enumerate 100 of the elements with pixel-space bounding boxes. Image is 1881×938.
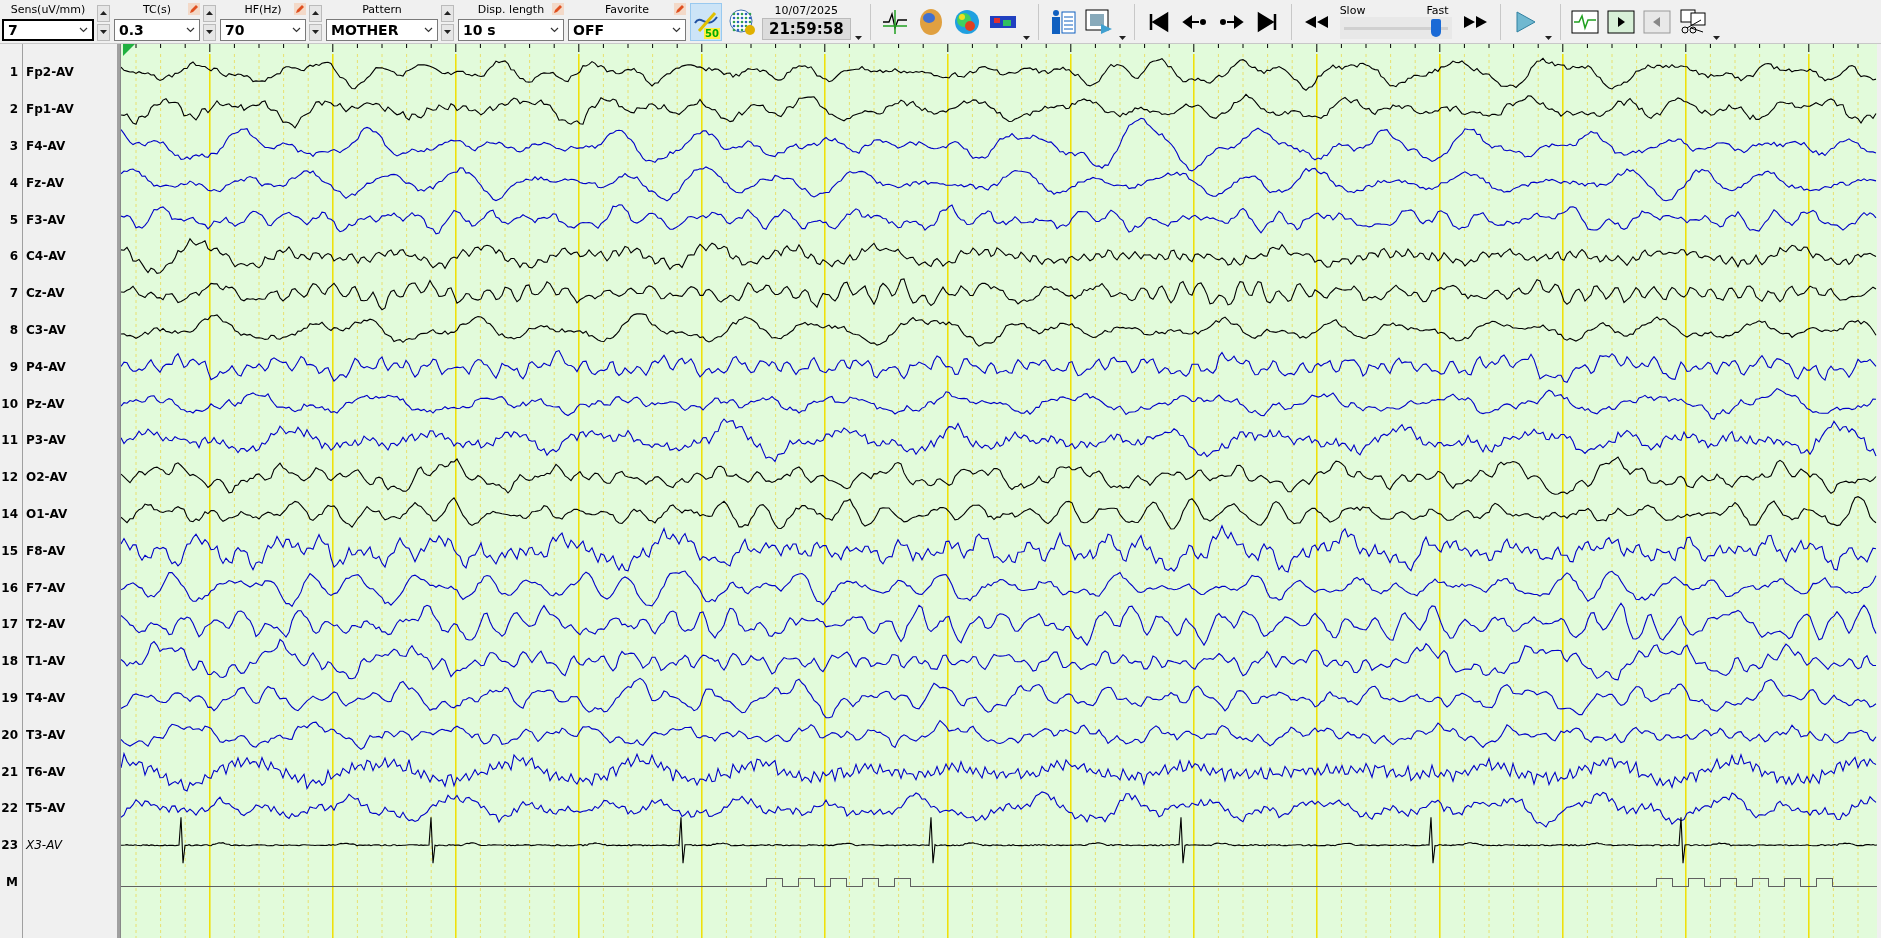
channel-number: 7 xyxy=(8,286,18,301)
caret-icon[interactable] xyxy=(292,26,301,33)
caret-icon[interactable] xyxy=(1022,36,1030,40)
caret-icon[interactable] xyxy=(1118,36,1126,40)
channel-number: 12 xyxy=(0,470,18,485)
control-label: Favorite xyxy=(605,3,649,16)
channel-number: 6 xyxy=(8,249,18,264)
up-triangle-icon xyxy=(444,11,451,15)
dropdown-field[interactable]: 0.3 xyxy=(114,18,200,41)
pencil-icon[interactable] xyxy=(552,2,564,15)
channel-number: 3 xyxy=(8,139,18,153)
channel-number: 5 xyxy=(8,212,18,227)
channel-number: 14 xyxy=(0,506,18,521)
channel-name: Fp1-AV xyxy=(26,102,74,117)
channel-name: T1-AV xyxy=(26,654,66,669)
caret-icon[interactable] xyxy=(854,36,862,40)
channel-number: 20 xyxy=(0,727,18,742)
play-frame-icon[interactable] xyxy=(1606,7,1635,36)
channel-name: T2-AV xyxy=(26,617,66,632)
channel-name: Fz-AV xyxy=(26,175,64,190)
channel-number: 21 xyxy=(0,764,18,779)
up-triangle-icon xyxy=(206,11,213,15)
channel-name: Fp2-AV xyxy=(26,65,74,80)
channel-name: F8-AV xyxy=(26,543,66,558)
channel-name: F3-AV xyxy=(26,212,66,227)
down-triangle-icon xyxy=(312,30,319,34)
back-frame-icon[interactable] xyxy=(1642,7,1671,36)
caret-icon[interactable] xyxy=(1544,36,1552,40)
channel-number: M xyxy=(5,874,18,889)
down-triangle-icon xyxy=(206,30,213,34)
slow-label: Slow xyxy=(1339,4,1366,17)
time-display: 21:59:58 xyxy=(762,17,851,40)
up-triangle-icon xyxy=(100,11,107,15)
spin-up-button[interactable] xyxy=(203,4,216,22)
dropdown-field[interactable]: MOTHER xyxy=(326,18,438,41)
caret-icon[interactable] xyxy=(672,26,681,33)
channel-name: P4-AV xyxy=(26,359,66,374)
channel-number: 10 xyxy=(0,396,18,411)
channel-number: 22 xyxy=(0,801,18,816)
topo-map-icon[interactable] xyxy=(952,7,981,36)
control-label: TC(s) xyxy=(142,3,172,16)
up-triangle-icon xyxy=(312,11,319,15)
channel-number: 16 xyxy=(0,580,18,595)
dropdown-field[interactable]: 10 s xyxy=(458,18,564,41)
channel-name: T6-AV xyxy=(26,764,66,779)
spin-up-button[interactable] xyxy=(97,4,110,22)
caret-icon[interactable] xyxy=(1712,36,1720,40)
control-label: HF(Hz) xyxy=(244,3,282,16)
caret-icon[interactable] xyxy=(79,26,88,33)
waveform-icon[interactable] xyxy=(880,7,909,36)
date-label: 10/07/2025 xyxy=(774,3,838,17)
control-label: Pattern xyxy=(362,3,402,16)
channel-name: O1-AV xyxy=(26,506,68,521)
channel-number: 8 xyxy=(8,322,18,337)
speed-slider[interactable] xyxy=(1339,17,1452,39)
waveform-window-icon[interactable] xyxy=(1570,7,1599,36)
channel-name: T5-AV xyxy=(26,801,66,816)
channel-number: 18 xyxy=(0,654,18,669)
channel-number: 19 xyxy=(0,690,18,705)
fast-label: Fast xyxy=(1426,4,1449,17)
dropdown-field[interactable]: 7 xyxy=(2,18,94,41)
channel-number: 9 xyxy=(8,359,18,374)
pencil-icon[interactable] xyxy=(674,2,686,15)
channel-number: 15 xyxy=(0,543,18,558)
channel-number: 2 xyxy=(8,102,18,117)
spin-down-button[interactable] xyxy=(203,23,216,41)
channel-name: X3-AV xyxy=(26,838,62,853)
spin-down-button[interactable] xyxy=(309,23,322,41)
channel-name: C4-AV xyxy=(26,249,66,264)
channel-name: F7-AV xyxy=(26,580,66,595)
channel-name: Pz-AV xyxy=(26,396,65,411)
channel-number: 11 xyxy=(0,433,18,448)
caret-icon[interactable] xyxy=(186,26,195,33)
video-cut-icon[interactable] xyxy=(1678,7,1707,36)
down-triangle-icon xyxy=(444,30,451,34)
channel-name: T4-AV xyxy=(26,690,66,705)
channel-name: O2-AV xyxy=(26,470,68,485)
channel-name: Cz-AV xyxy=(26,286,65,301)
electrode-settings-icon[interactable] xyxy=(728,7,756,36)
slider-thumb[interactable] xyxy=(1430,19,1441,37)
video-icon[interactable] xyxy=(1084,7,1113,36)
control-label: Disp. length xyxy=(477,3,545,16)
dropdown-field[interactable]: 70 xyxy=(220,18,306,41)
dropdown-field[interactable]: OFF xyxy=(568,18,686,41)
spin-down-button[interactable] xyxy=(441,23,454,41)
channel-name: T3-AV xyxy=(26,727,66,742)
channel-name: F4-AV xyxy=(26,139,66,153)
channel-name: C3-AV xyxy=(26,322,66,337)
spin-down-button[interactable] xyxy=(97,23,110,41)
channel-name: P3-AV xyxy=(26,433,66,448)
caret-icon[interactable] xyxy=(550,26,559,33)
channel-number: 17 xyxy=(0,617,18,632)
caret-icon[interactable] xyxy=(424,26,433,33)
channel-number: 23 xyxy=(0,838,18,853)
spin-up-button[interactable] xyxy=(309,4,322,22)
cursor-marker-icon[interactable] xyxy=(123,44,135,56)
spin-up-button[interactable] xyxy=(441,4,454,22)
control-label: Sens(uV/mm) xyxy=(10,3,86,16)
down-triangle-icon xyxy=(100,30,107,34)
channel-number: 1 xyxy=(8,65,18,80)
